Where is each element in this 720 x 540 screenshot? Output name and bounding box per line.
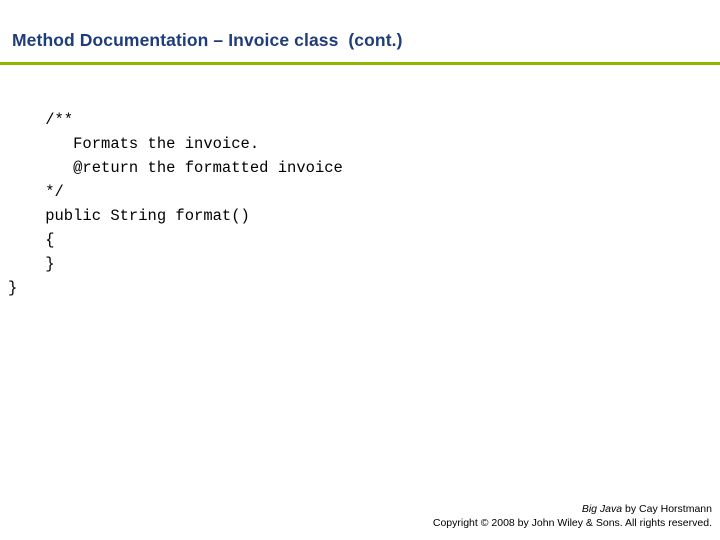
- slide: Method Documentation – Invoice class (co…: [0, 0, 720, 540]
- footer-copyright: Copyright © 2008 by John Wiley & Sons. A…: [432, 517, 712, 529]
- page-title: Method Documentation – Invoice class (co…: [12, 30, 403, 50]
- footer-byline: by Cay Horstmann: [622, 503, 712, 515]
- footer-book-line: Big Java by Cay Horstmann: [433, 502, 712, 516]
- footer: Big Java by Cay Horstmann Copyright © 20…: [433, 502, 712, 530]
- footer-book-title: Big Java: [581, 503, 623, 515]
- code-listing: /** Formats the invoice. @return the for…: [8, 110, 343, 297]
- title-divider: [0, 62, 720, 65]
